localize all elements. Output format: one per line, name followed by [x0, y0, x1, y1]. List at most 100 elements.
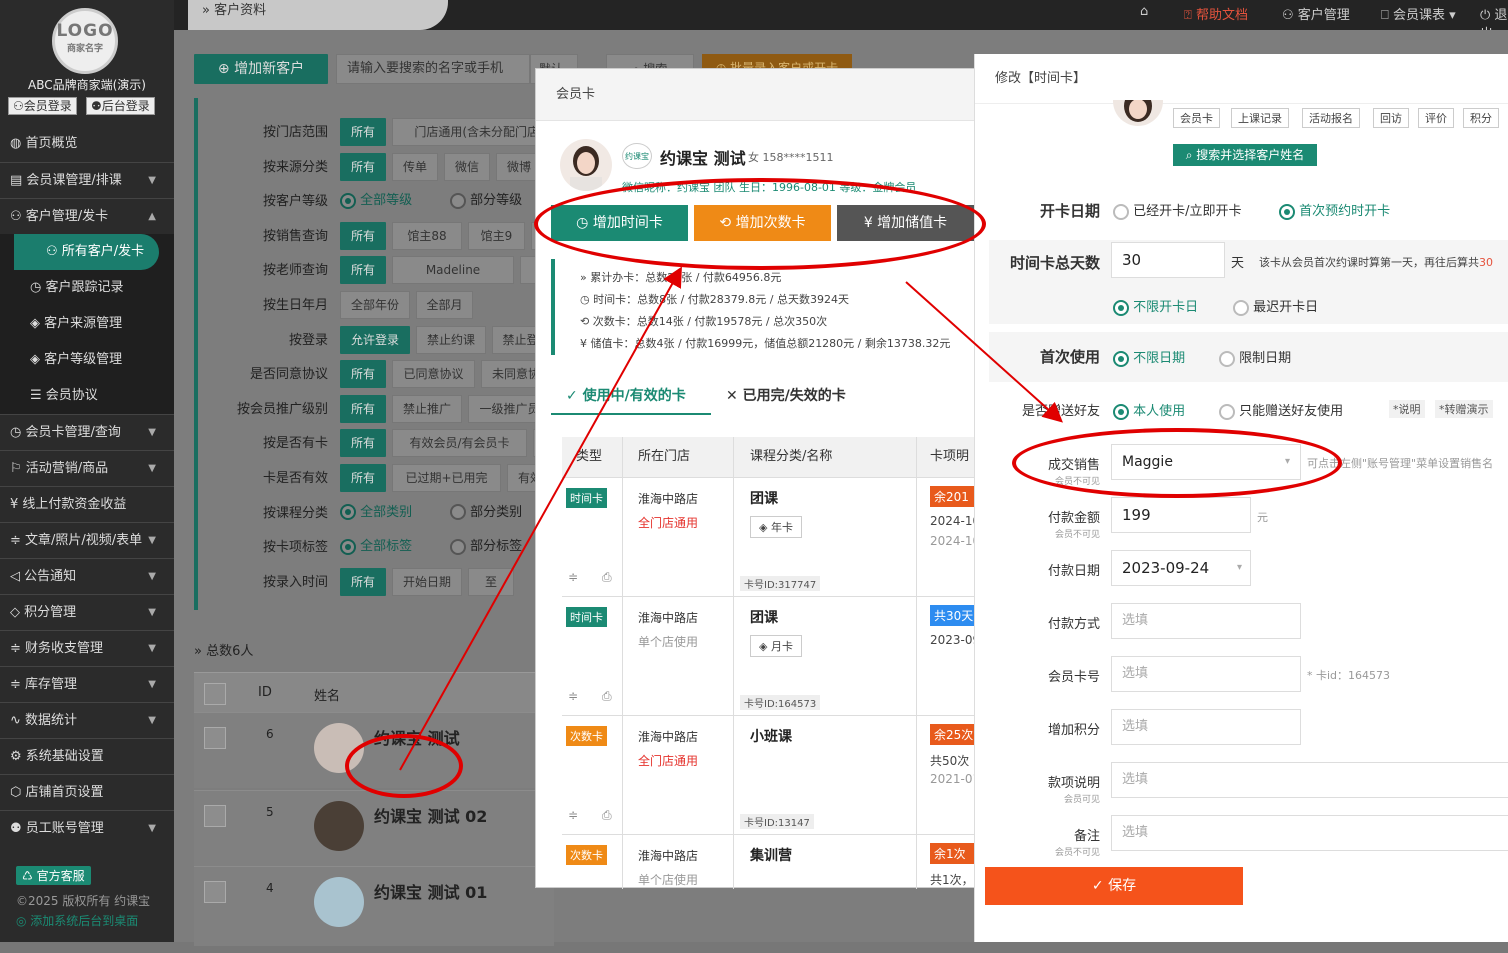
- filter-option[interactable]: Madeline: [392, 256, 514, 285]
- nav-marketing[interactable]: ⚐ 活动营销/商品 ▼: [0, 450, 174, 486]
- customer-search-input[interactable]: 请输入要搜索的名字或手机: [336, 54, 530, 84]
- filter-option[interactable]: 全部年份: [340, 291, 410, 319]
- search-customer-button[interactable]: ⌕ 搜索并选择客户姓名: [1173, 144, 1317, 166]
- admin-login-button[interactable]: ⚉后台登录: [86, 97, 155, 115]
- filter-option-selected[interactable]: 所有: [340, 152, 386, 181]
- member-courses-menu[interactable]: ⎕ 会员课表 ▾: [1381, 4, 1456, 23]
- points-input[interactable]: 选填: [1111, 709, 1301, 745]
- add-time-card-button[interactable]: ◷ 增加时间卡: [551, 205, 688, 241]
- filter-option[interactable]: 已同意协议: [392, 360, 475, 389]
- gift-explain-link[interactable]: *说明: [1389, 400, 1425, 418]
- tab-used-cards[interactable]: ✕ 已用完/失效的卡: [726, 385, 846, 405]
- filter-option[interactable]: 禁止推广: [392, 394, 462, 423]
- nav-shop-home[interactable]: ⬡ 店铺首页设置: [0, 774, 174, 810]
- pay-method-input[interactable]: 选填: [1111, 603, 1301, 639]
- settings-icon[interactable]: ≑: [568, 689, 578, 703]
- filter-option[interactable]: 馆主88: [392, 221, 462, 250]
- tab-active-cards[interactable]: ✓ 使用中/有效的卡: [566, 385, 686, 405]
- nav-points[interactable]: ◇ 积分管理 ▼: [0, 594, 174, 630]
- first-use-unlimited-radio[interactable]: 不限日期: [1113, 347, 1185, 367]
- gift-only-radio[interactable]: 只能赠送好友使用: [1219, 400, 1343, 420]
- filter-option-selected[interactable]: 所有: [340, 567, 386, 596]
- filter-option[interactable]: 已过期+已用完: [392, 464, 501, 492]
- total-days-input[interactable]: 30: [1111, 242, 1225, 278]
- customer-tag[interactable]: 评价: [1418, 108, 1454, 128]
- row-checkbox[interactable]: [204, 805, 226, 827]
- filter-option[interactable]: 馆主9: [468, 221, 525, 250]
- open-date-first-booking-radio[interactable]: 首次预约时开卡: [1279, 200, 1390, 220]
- filter-option-selected[interactable]: 所有: [340, 360, 386, 389]
- filter-radio[interactable]: 部分等级: [450, 189, 522, 209]
- filter-radio[interactable]: 部分类别: [450, 501, 522, 521]
- gift-demo-link[interactable]: *转赠演示: [1435, 400, 1493, 418]
- print-icon[interactable]: ⎙: [602, 570, 612, 585]
- customer-tag[interactable]: 上课记录: [1231, 108, 1289, 128]
- filter-option-selected[interactable]: 允许登录: [340, 325, 410, 354]
- save-button[interactable]: ✓ 保存: [985, 867, 1243, 905]
- filter-option-selected[interactable]: 所有: [340, 221, 386, 250]
- desc-input[interactable]: 选填: [1111, 762, 1508, 798]
- sales-select[interactable]: Maggie ▾: [1111, 444, 1301, 480]
- filter-radio[interactable]: 全部等级: [340, 189, 412, 209]
- customer-tag[interactable]: 会员卡: [1173, 108, 1220, 128]
- add-stored-card-button[interactable]: ¥ 增加储值卡: [837, 205, 974, 241]
- add-count-card-button[interactable]: ⟲ 增加次数卡: [694, 205, 831, 241]
- select-all-checkbox[interactable]: [204, 683, 226, 705]
- self-use-radio[interactable]: 本人使用: [1113, 400, 1185, 420]
- filter-radio[interactable]: 全部标签: [340, 535, 412, 555]
- nav-home[interactable]: ◍ 首页概览: [0, 126, 174, 162]
- nav-articles[interactable]: ≑ 文章/照片/视频/表单 ▼: [0, 522, 174, 558]
- print-icon[interactable]: ⎙: [602, 689, 612, 704]
- nav-online-pay[interactable]: ¥ 线上付款资金收益: [0, 486, 174, 522]
- row-checkbox[interactable]: [204, 727, 226, 749]
- amount-input[interactable]: 199: [1111, 497, 1251, 533]
- filter-option-selected[interactable]: 所有: [340, 118, 386, 146]
- filter-option[interactable]: 传单: [392, 152, 438, 181]
- nav-staff[interactable]: ⚉ 员工账号管理 ▼: [0, 810, 174, 846]
- filter-option-selected[interactable]: 所有: [340, 394, 386, 423]
- customer-tag[interactable]: 积分: [1463, 108, 1499, 128]
- nav-sources[interactable]: ◈ 客户来源管理: [0, 306, 174, 342]
- unlimited-open-radio[interactable]: 不限开卡日: [1113, 296, 1198, 316]
- settings-icon[interactable]: ≑: [568, 808, 578, 822]
- filter-option[interactable]: 禁止约课: [416, 325, 486, 354]
- filter-radio[interactable]: 全部类别: [340, 501, 412, 521]
- nav-tracking[interactable]: ◷ 客户跟踪记录: [0, 270, 174, 306]
- first-use-limited-radio[interactable]: 限制日期: [1219, 347, 1291, 367]
- help-docs-link[interactable]: ⍰ 帮助文档: [1184, 4, 1248, 23]
- open-date-now-radio[interactable]: 已经开卡/立即开卡: [1113, 200, 1242, 220]
- add-customer-button[interactable]: ⊕ 增加新客户: [194, 54, 328, 84]
- settings-icon[interactable]: ≑: [568, 570, 578, 584]
- latest-open-radio[interactable]: 最迟开卡日: [1233, 296, 1318, 316]
- customer-mgmt-link[interactable]: ⚇ 客户管理: [1282, 4, 1350, 23]
- remark-input[interactable]: 选填: [1111, 815, 1508, 851]
- nav-notices[interactable]: ◁ 公告通知 ▼: [0, 558, 174, 594]
- customer-tag[interactable]: 回访: [1373, 108, 1409, 128]
- filter-option-selected[interactable]: 所有: [340, 256, 386, 285]
- nav-system[interactable]: ⚙ 系统基础设置: [0, 738, 174, 774]
- row-checkbox[interactable]: [204, 881, 226, 903]
- print-icon[interactable]: ⎙: [602, 808, 612, 823]
- filter-option[interactable]: 全部月: [416, 291, 473, 319]
- nav-all-customers[interactable]: ⚇ 所有客户/发卡: [14, 234, 159, 270]
- nav-stats[interactable]: ∿ 数据统计 ▼: [0, 702, 174, 738]
- filter-option-selected[interactable]: 所有: [340, 464, 386, 492]
- pay-date-input[interactable]: 2023-09-24 ▾: [1111, 550, 1251, 586]
- filter-option[interactable]: 有效会员/有会员卡: [392, 429, 527, 458]
- filter-radio[interactable]: 部分标签: [450, 535, 522, 555]
- nav-inventory[interactable]: ≑ 库存管理 ▼: [0, 666, 174, 702]
- official-service-button[interactable]: ♺ 官方客服: [16, 866, 91, 885]
- card-no-input[interactable]: 选填: [1111, 656, 1301, 692]
- filter-option[interactable]: 微信: [444, 152, 490, 181]
- nav-member-cards[interactable]: ◷ 会员卡管理/查询 ▼: [0, 414, 174, 450]
- nav-agreement[interactable]: ☰ 会员协议: [0, 378, 174, 414]
- filter-option-selected[interactable]: 所有: [340, 429, 386, 458]
- member-login-button[interactable]: ⚇会员登录: [8, 97, 77, 115]
- nav-finance[interactable]: ≑ 财务收支管理 ▼: [0, 630, 174, 666]
- customer-tag[interactable]: 活动报名: [1302, 108, 1360, 128]
- nav-levels[interactable]: ◈ 客户等级管理: [0, 342, 174, 378]
- add-to-desktop-link[interactable]: ◎ 添加系统后台到桌面: [16, 912, 138, 929]
- nav-member-courses[interactable]: ▤ 会员课管理/排课 ▼: [0, 162, 174, 198]
- filter-option[interactable]: 开始日期: [392, 567, 462, 596]
- nav-customer-mgmt[interactable]: ⚇ 客户管理/发卡 ▲: [0, 198, 174, 234]
